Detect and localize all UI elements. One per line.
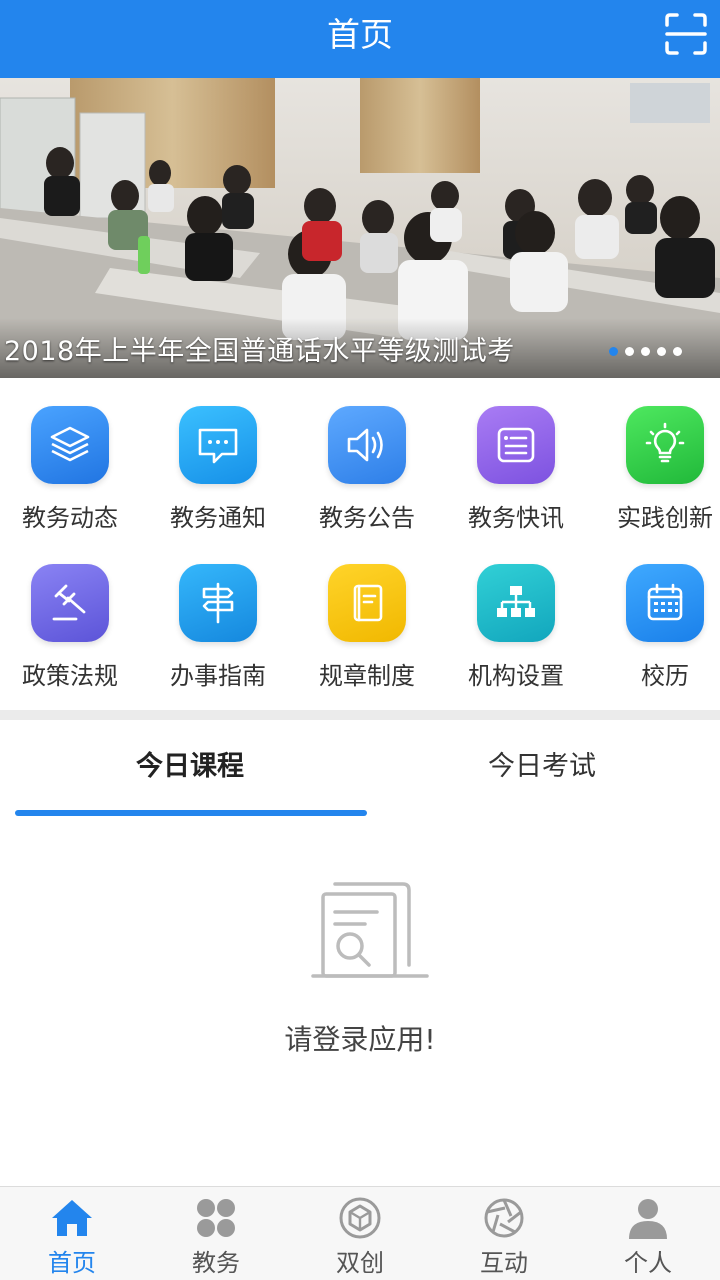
signpost-icon (179, 564, 257, 642)
grid-item-guizhang-zhidu[interactable]: 规章制度 (297, 536, 437, 690)
grid-item-jiaowu-tongzhi[interactable]: 教务通知 (148, 378, 288, 532)
org-chart-icon (477, 564, 555, 642)
tabbar-label: 个人 (624, 1249, 672, 1277)
tab-today-exams[interactable]: 今日考试 (488, 744, 596, 783)
speaker-icon (328, 406, 406, 484)
bottom-tabbar: 首页 教务 双创 互动 个人 (0, 1186, 720, 1280)
banner-carousel[interactable]: 2018年上半年全国普通话水平等级测试考 (0, 78, 720, 378)
carousel-dot[interactable] (673, 347, 682, 356)
home-icon (52, 1200, 92, 1236)
layers-icon (31, 406, 109, 484)
function-grid: 教务动态 教务通知 教务公告 教务快讯 实践创新 政策法规 办事指南 规章制度 … (0, 378, 720, 710)
grid-label: 政策法规 (22, 662, 118, 690)
grid-item-jiaowu-dongtai[interactable]: 教务动态 (0, 378, 140, 532)
tabbar-label: 首页 (48, 1249, 96, 1277)
page-title: 首页 (327, 15, 393, 54)
tabbar-item-home[interactable]: 首页 (0, 1187, 144, 1280)
person-icon (629, 1199, 667, 1239)
tab-today-courses[interactable]: 今日课程 (136, 744, 244, 783)
grid-label: 机构设置 (468, 662, 564, 690)
carousel-dot[interactable] (609, 347, 618, 356)
tabbar-item-hudong[interactable]: 互动 (432, 1187, 576, 1280)
carousel-dot[interactable] (641, 347, 650, 356)
tab-active-indicator (15, 810, 367, 816)
cube-circle-icon (339, 1197, 381, 1239)
calendar-icon (626, 564, 704, 642)
grid-label: 规章制度 (319, 662, 415, 690)
schedule-tabs: 今日课程 今日考试 (0, 720, 720, 820)
news-icon (477, 406, 555, 484)
grid-item-banshi-zhinan[interactable]: 办事指南 (148, 536, 288, 690)
lightbulb-icon (626, 406, 704, 484)
carousel-dot[interactable] (657, 347, 666, 356)
carousel-dots (609, 347, 682, 356)
chat-bubble-icon (179, 406, 257, 484)
tabbar-label: 双创 (336, 1249, 384, 1277)
grid-item-jiaowu-kuaixun[interactable]: 教务快讯 (446, 378, 586, 532)
document-search-icon (311, 882, 429, 978)
grid-item-zhengce-fagui[interactable]: 政策法规 (0, 536, 140, 690)
tabbar-item-jiaowu[interactable]: 教务 (144, 1187, 288, 1280)
grid-label: 教务通知 (170, 504, 266, 532)
grid-label: 校历 (641, 662, 689, 690)
carousel-dot[interactable] (625, 347, 634, 356)
tabbar-label: 教务 (192, 1249, 240, 1277)
grid-label: 实践创新 (617, 504, 713, 532)
section-divider (0, 710, 720, 720)
scan-icon[interactable] (664, 12, 708, 56)
top-header: 首页 (0, 0, 720, 78)
grid-item-jiaowu-gonggao[interactable]: 教务公告 (297, 378, 437, 532)
tabbar-item-geren[interactable]: 个人 (576, 1187, 720, 1280)
grid-item-shijian-chuangxin[interactable]: 实践创新 (595, 378, 720, 532)
grid-label: 教务动态 (22, 504, 118, 532)
empty-state: 请登录应用! (0, 820, 720, 1185)
login-prompt: 请登录应用! (284, 1023, 436, 1056)
banner-caption[interactable]: 2018年上半年全国普通话水平等级测试考 (4, 329, 515, 368)
grid-label: 教务快讯 (468, 504, 564, 532)
tabbar-label: 互动 (480, 1249, 528, 1277)
grid-label: 办事指南 (170, 662, 266, 690)
grid-item-jigou-shezhi[interactable]: 机构设置 (446, 536, 586, 690)
gavel-icon (31, 564, 109, 642)
grid-dots-icon (197, 1199, 235, 1237)
grid-label: 教务公告 (319, 504, 415, 532)
aperture-icon (484, 1198, 524, 1238)
grid-item-xiaoli[interactable]: 校历 (595, 536, 720, 690)
book-icon (328, 564, 406, 642)
tabbar-item-shuangchuang[interactable]: 双创 (288, 1187, 432, 1280)
